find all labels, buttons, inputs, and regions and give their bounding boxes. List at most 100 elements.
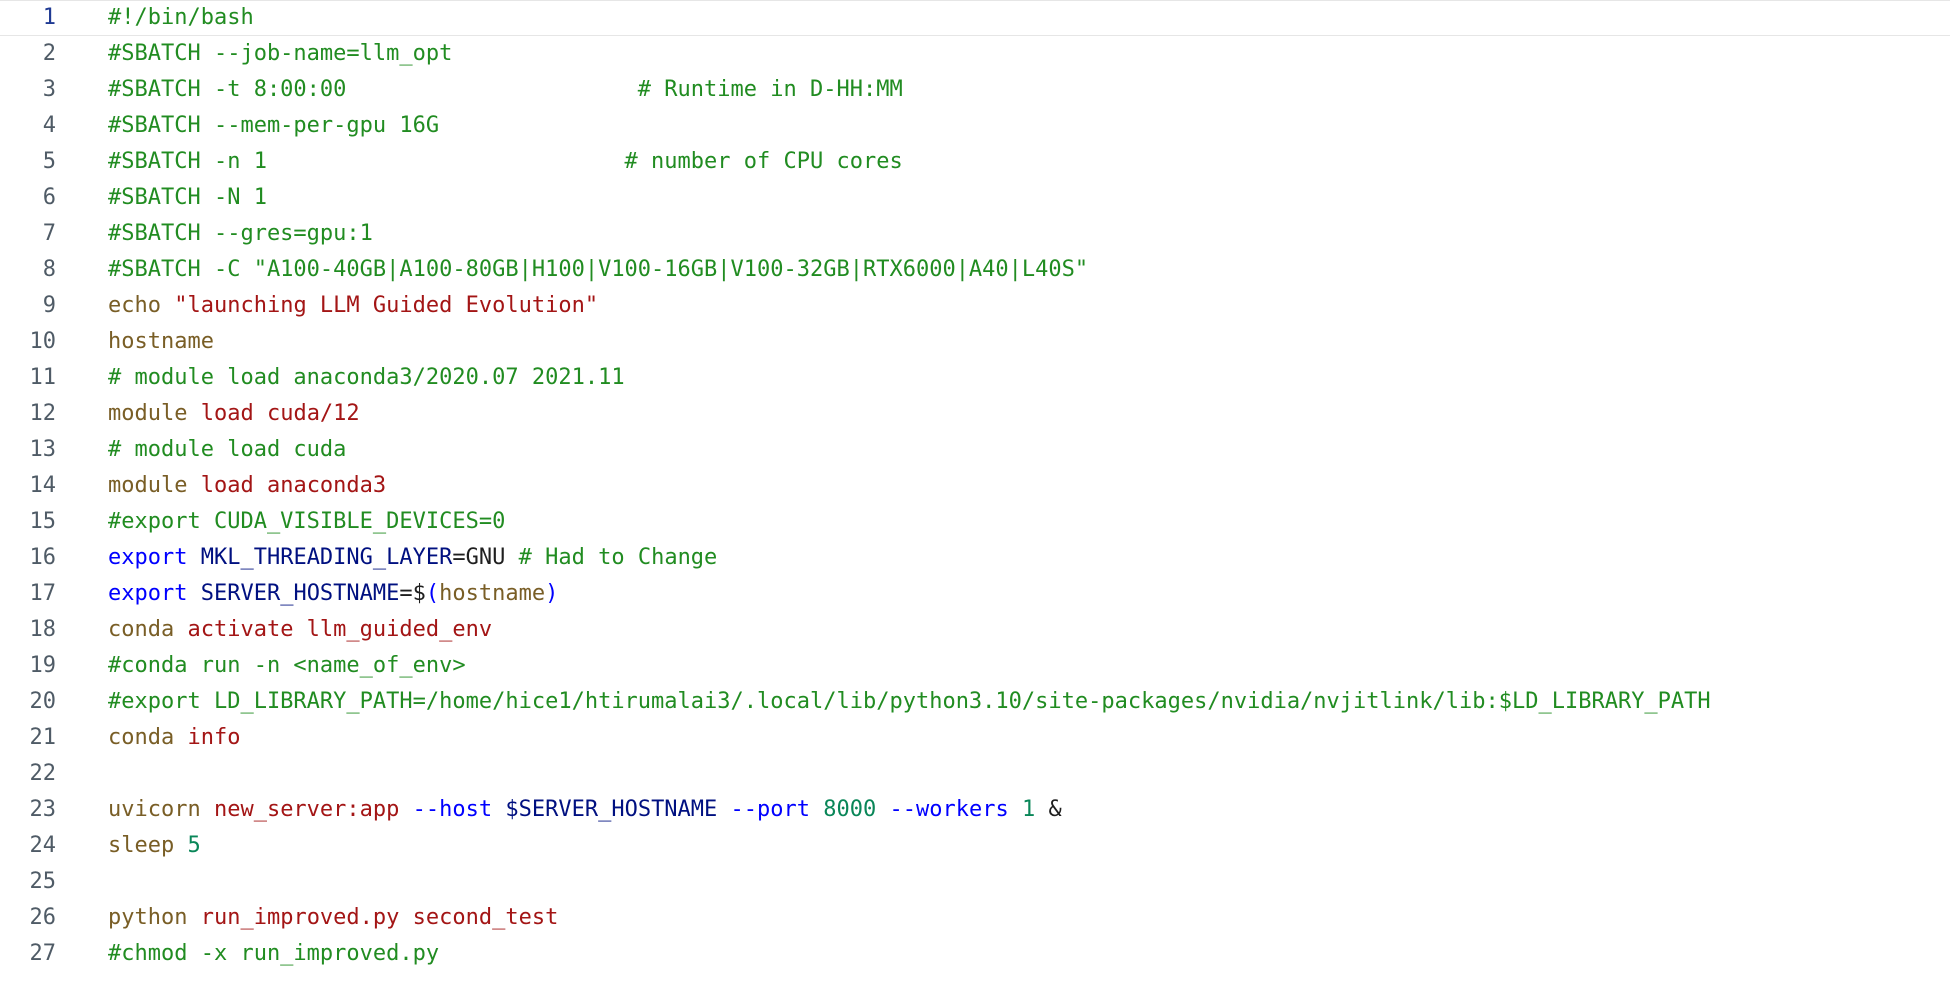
line-code: module load anaconda3 — [108, 468, 386, 504]
code-token: #conda run -n <name_of_env> — [108, 653, 466, 678]
line-number: 15 — [29, 509, 57, 534]
code-line[interactable]: 24 sleep 5 — [0, 828, 1950, 864]
code-line[interactable]: 2 #SBATCH --job-name=llm_opt — [0, 36, 1950, 72]
line-code: # module load anaconda3/2020.07 2021.11 — [108, 360, 625, 396]
line-code: #export CUDA_VISIBLE_DEVICES=0 — [108, 504, 505, 540]
line-code: #SBATCH -N 1 — [108, 180, 267, 216]
code-editor[interactable]: 1 #!/bin/bash 2 #SBATCH --job-name=llm_opt 3… — [0, 0, 1950, 988]
code-token: uvicorn — [108, 797, 201, 822]
code-line[interactable]: 16 export MKL_THREADING_LAYER=GNU # Had t… — [0, 540, 1950, 576]
line-code: hostname — [108, 324, 214, 360]
code-token: #SBATCH -t 8:00:00 # Runtime in D-HH:MM — [108, 77, 903, 102]
line-number: 2 — [42, 41, 56, 66]
code-line[interactable]: 26 python run_improved.py second_test — [0, 900, 1950, 936]
line-number: 23 — [29, 797, 57, 822]
line-code: export SERVER_HOSTNAME=$(hostname) — [108, 576, 558, 612]
code-line[interactable]: 8 #SBATCH -C "A100-40GB|A100-80GB|H100|V1… — [0, 252, 1950, 288]
code-token: 8000 — [810, 797, 890, 822]
code-line[interactable]: 14 module load anaconda3 — [0, 468, 1950, 504]
code-token: info — [174, 725, 241, 750]
code-token: 1 — [1008, 797, 1036, 822]
line-number: 4 — [42, 113, 56, 138]
code-token: $SERVER_HOSTNAME — [492, 797, 731, 822]
code-token: --port — [730, 797, 811, 822]
line-code: module load cuda/12 — [108, 396, 360, 432]
code-token: #export LD_LIBRARY_PATH=/home/hice1/htir… — [108, 689, 1711, 714]
code-line[interactable]: 9 echo "launching LLM Guided Evolution" — [0, 288, 1950, 324]
code-token: load cuda/12 — [187, 401, 360, 426]
code-token: 5 — [174, 833, 201, 858]
code-token: activate llm_guided_env — [174, 617, 493, 642]
code-token: conda — [108, 617, 175, 642]
code-token: load anaconda3 — [187, 473, 387, 498]
code-token: hostname — [439, 581, 546, 606]
line-code: #export LD_LIBRARY_PATH=/home/hice1/htir… — [108, 684, 1711, 720]
code-line[interactable]: 11 # module load anaconda3/2020.07 2021.1… — [0, 360, 1950, 396]
line-number: 1 — [42, 5, 56, 30]
code-token: # module load cuda — [108, 437, 347, 462]
code-line[interactable]: 4 #SBATCH --mem-per-gpu 16G — [0, 108, 1950, 144]
code-token: #export CUDA_VISIBLE_DEVICES=0 — [108, 509, 506, 534]
code-line[interactable]: 22 — [0, 756, 1950, 792]
code-token: =GNU — [452, 545, 519, 570]
line-number: 16 — [29, 545, 57, 570]
line-number: 18 — [29, 617, 57, 642]
line-number: 22 — [29, 761, 57, 786]
line-code: #SBATCH --job-name=llm_opt — [108, 36, 452, 72]
line-number: 21 — [29, 725, 57, 750]
code-line[interactable]: 7 #SBATCH --gres=gpu:1 — [0, 216, 1950, 252]
code-line[interactable]: 19 #conda run -n <name_of_env> — [0, 648, 1950, 684]
code-token: #SBATCH -N 1 — [108, 185, 267, 210]
code-line[interactable]: 25 — [0, 864, 1950, 900]
code-line[interactable]: 5 #SBATCH -n 1 # number of CPU cores — [0, 144, 1950, 180]
line-number: 27 — [29, 941, 57, 966]
code-line[interactable]: 21 conda info — [0, 720, 1950, 756]
line-number: 20 — [29, 689, 57, 714]
line-number: 10 — [29, 329, 57, 354]
code-line[interactable]: 23 uvicorn new_server:app --host $SERVER_… — [0, 792, 1950, 828]
line-number: 25 — [29, 869, 57, 894]
code-line[interactable]: 3 #SBATCH -t 8:00:00 # Runtime in D-HH:MM — [0, 72, 1950, 108]
code-token: SERVER_HOSTNAME — [187, 581, 400, 606]
code-token: MKL_THREADING_LAYER — [187, 545, 453, 570]
code-line[interactable]: 17 export SERVER_HOSTNAME=$(hostname) — [0, 576, 1950, 612]
line-code: #chmod -x run_improved.py — [108, 936, 439, 972]
line-number: 17 — [29, 581, 57, 606]
line-number: 6 — [42, 185, 56, 210]
line-number: 11 — [29, 365, 57, 390]
code-line[interactable]: 18 conda activate llm_guided_env — [0, 612, 1950, 648]
line-number: 5 — [42, 149, 56, 174]
code-token: python — [108, 905, 188, 930]
code-line[interactable]: 13 # module load cuda — [0, 432, 1950, 468]
line-code: echo "launching LLM Guided Evolution" — [108, 288, 598, 324]
code-line[interactable]: 15 #export CUDA_VISIBLE_DEVICES=0 — [0, 504, 1950, 540]
code-token: # Had to Change — [518, 545, 718, 570]
code-token: #SBATCH --mem-per-gpu 16G — [108, 113, 440, 138]
line-number: 3 — [42, 77, 56, 102]
code-token: #SBATCH --gres=gpu:1 — [108, 221, 373, 246]
line-code: #SBATCH -C "A100-40GB|A100-80GB|H100|V10… — [108, 252, 1088, 288]
line-number: 24 — [29, 833, 57, 858]
code-line[interactable]: 20 #export LD_LIBRARY_PATH=/home/hice1/ht… — [0, 684, 1950, 720]
code-token: module — [108, 473, 188, 498]
code-line[interactable]: 1 #!/bin/bash — [0, 0, 1950, 36]
line-code: conda activate llm_guided_env — [108, 612, 492, 648]
code-token: hostname — [108, 329, 214, 354]
line-code: #SBATCH -n 1 # number of CPU cores — [108, 144, 903, 180]
line-code: uvicorn new_server:app --host $SERVER_HO… — [108, 792, 1062, 828]
code-line[interactable]: 10 hostname — [0, 324, 1950, 360]
code-token: #!/bin/bash — [108, 5, 254, 30]
code-line[interactable]: 27 #chmod -x run_improved.py — [0, 936, 1950, 972]
code-token: #SBATCH --job-name=llm_opt — [108, 41, 453, 66]
code-token: sleep — [108, 833, 175, 858]
code-token: ( — [425, 581, 440, 606]
code-line[interactable]: 12 module load cuda/12 — [0, 396, 1950, 432]
line-code: python run_improved.py second_test — [108, 900, 558, 936]
line-number: 8 — [42, 257, 56, 282]
code-token: --host — [412, 797, 493, 822]
line-number: 19 — [29, 653, 57, 678]
line-code: #!/bin/bash — [108, 1, 254, 35]
code-line[interactable]: 6 #SBATCH -N 1 — [0, 180, 1950, 216]
code-token: module — [108, 401, 188, 426]
